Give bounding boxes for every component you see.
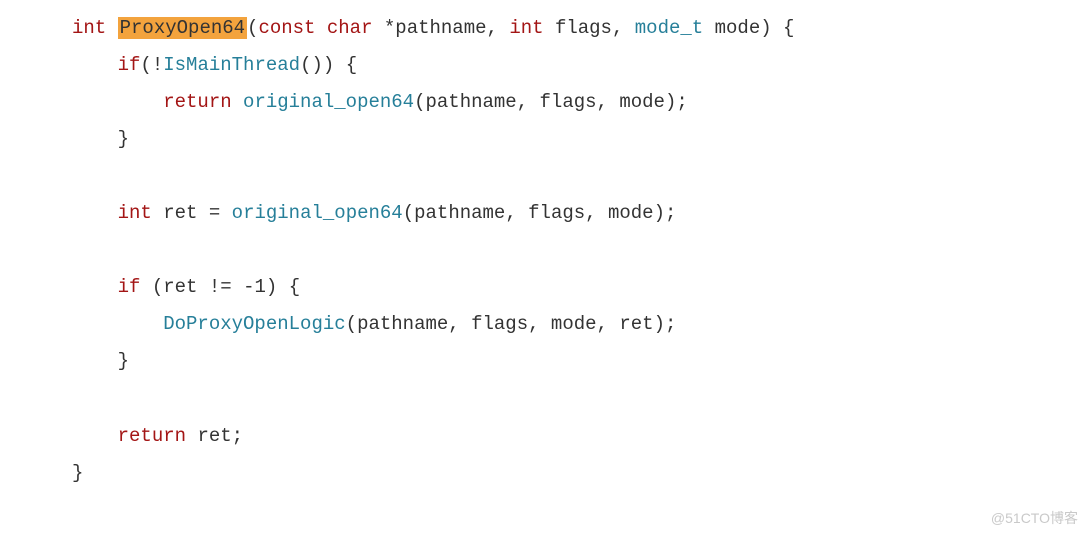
lparen: ( [300,54,311,76]
highlighted-function-name: ProxyOpen64 [118,17,247,39]
comma: , [487,17,498,39]
keyword-return: return [163,91,231,113]
minus1: -1 [243,276,266,298]
arg-pathname: pathname [414,202,505,224]
param-pathname: pathname [395,17,486,39]
rparen: ) [311,54,322,76]
rbrace: } [72,462,83,484]
lbrace: { [346,54,357,76]
neq: != [209,276,232,298]
comma: , [612,17,623,39]
fn-do-proxy-open-logic: DoProxyOpenLogic [163,313,345,335]
rparen: ) [323,54,334,76]
lparen: ( [140,54,151,76]
arg-mode: mode [619,91,665,113]
comma: , [585,202,596,224]
comma: , [597,91,608,113]
lparen: ( [346,313,357,335]
lbrace: { [783,17,794,39]
param-flags: flags [555,17,612,39]
rparen: ) [760,17,771,39]
type-mode-t: mode_t [635,17,703,39]
keyword-const: const [258,17,315,39]
fn-is-main-thread: IsMainThread [163,54,300,76]
keyword-char: char [327,17,373,39]
lparen: ( [152,276,163,298]
arg-mode: mode [608,202,654,224]
eq: = [209,202,220,224]
watermark-text: @51CTO博客 [991,505,1078,532]
id-ret: ret [163,202,197,224]
arg-flags: flags [471,313,528,335]
code-block: int ProxyOpen64(const char *pathname, in… [0,0,1086,492]
rbrace: } [118,128,129,150]
semi: ; [676,91,687,113]
semi: ; [665,202,676,224]
arg-flags: flags [528,202,585,224]
comma: , [597,313,608,335]
bang: ! [152,54,163,76]
comma: , [528,313,539,335]
keyword-return: return [118,425,186,447]
arg-ret: ret [619,313,653,335]
star: * [384,17,395,39]
rparen: ) [654,202,665,224]
arg-flags: flags [540,91,597,113]
id-ret: ret [163,276,197,298]
rbrace: } [118,350,129,372]
keyword-int: int [118,202,152,224]
id-ret: ret [197,425,231,447]
lparen: ( [414,91,425,113]
param-mode: mode [715,17,761,39]
comma: , [517,91,528,113]
rparen: ) [665,91,676,113]
rparen: ) [266,276,277,298]
keyword-int: int [72,17,106,39]
fn-original-open64: original_open64 [232,202,403,224]
keyword-if: if [118,54,141,76]
lparen: ( [247,17,258,39]
keyword-if: if [118,276,141,298]
fn-original-open64: original_open64 [243,91,414,113]
semi: ; [665,313,676,335]
lbrace: { [289,276,300,298]
semi: ; [232,425,243,447]
arg-pathname: pathname [425,91,516,113]
arg-pathname: pathname [357,313,448,335]
lparen: ( [403,202,414,224]
keyword-int: int [509,17,543,39]
comma: , [448,313,459,335]
rparen: ) [654,313,665,335]
arg-mode: mode [551,313,597,335]
comma: , [505,202,516,224]
